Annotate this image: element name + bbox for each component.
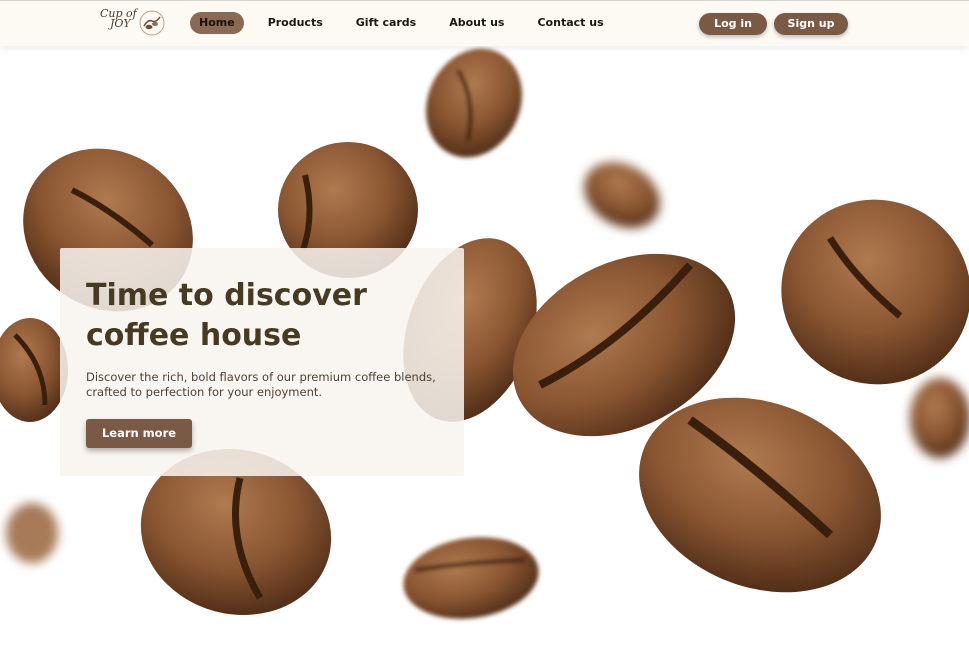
hero-card: Time to discover coffee house Discover t… — [60, 248, 464, 476]
logo-wordmark: Cup of JOY — [100, 8, 138, 30]
nav-item-about-us[interactable]: About us — [449, 12, 504, 34]
site-header: Cup of JOY Home Products Gift cards Abou… — [0, 0, 969, 46]
brand-logo[interactable]: Cup of JOY — [100, 7, 168, 41]
nav-item-home[interactable]: Home — [190, 12, 244, 34]
main-nav: Home Products Gift cards About us Contac… — [190, 12, 637, 34]
hero-title: Time to discover coffee house — [86, 278, 367, 353]
nav-item-contact-us[interactable]: Contact us — [537, 12, 603, 34]
login-button[interactable]: Log in — [699, 13, 767, 35]
hero-description: Discover the rich, bold flavors of our p… — [86, 370, 436, 399]
nav-item-gift-cards[interactable]: Gift cards — [356, 12, 416, 34]
coffee-cup-logo-icon — [139, 10, 165, 36]
learn-more-button[interactable]: Learn more — [86, 419, 192, 448]
nav-item-products[interactable]: Products — [268, 12, 323, 34]
signup-button[interactable]: Sign up — [774, 13, 848, 35]
logo-line-2: JOY — [110, 17, 131, 30]
auth-actions: Log in Sign up — [699, 13, 848, 35]
